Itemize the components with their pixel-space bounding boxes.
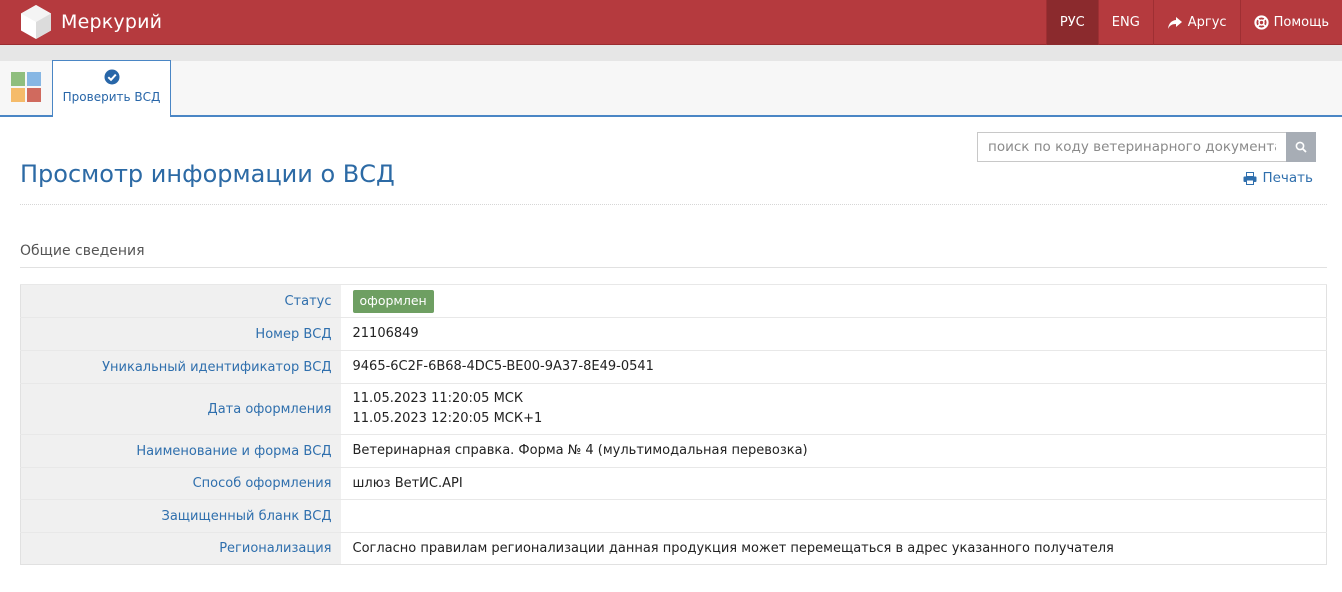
- divider: [20, 204, 1327, 205]
- field-label: Защищенный бланк ВСД: [20, 499, 341, 533]
- print-link[interactable]: Печать: [1243, 170, 1313, 186]
- lang-ru-label: РУС: [1059, 15, 1085, 30]
- search-box: [977, 132, 1316, 162]
- field-label: Дата оформления: [20, 383, 341, 435]
- apps-grid-icon[interactable]: [11, 72, 41, 102]
- argus-label: Аргус: [1187, 15, 1227, 30]
- navbar-spacer: [0, 45, 1342, 61]
- search-icon: [1295, 141, 1307, 153]
- check-circle-icon: [104, 69, 119, 85]
- field-label: Статус: [20, 284, 341, 318]
- field-value: [340, 499, 1327, 533]
- table-row: Защищенный бланк ВСД: [20, 499, 1327, 533]
- top-navbar: Меркурий РУС ENG Аргус Помощь: [0, 0, 1342, 45]
- table-row: Статус оформлен: [20, 284, 1327, 318]
- brand[interactable]: Меркурий: [20, 4, 162, 40]
- field-label: Регионализация: [20, 532, 341, 565]
- tab-check-vsd[interactable]: Проверить ВСД: [52, 60, 171, 117]
- mercury-logo-icon: [21, 5, 51, 39]
- date-msk-plus1: 11.05.2023 12:20:05 МСК+1: [352, 411, 543, 426]
- lang-ru-button[interactable]: РУС: [1045, 0, 1098, 45]
- table-row: Дата оформления 11.05.2023 11:20:05 МСК …: [20, 383, 1327, 435]
- printer-icon: [1243, 171, 1257, 185]
- field-value: 9465-6C2F-6B68-4DC5-BE00-9A37-8E49-0541: [340, 350, 1327, 384]
- table-row: Способ оформления шлюз ВетИС.API: [20, 467, 1327, 500]
- lang-en-button[interactable]: ENG: [1097, 0, 1153, 45]
- section-title: Общие сведения: [20, 243, 145, 259]
- field-label: Уникальный идентификатор ВСД: [20, 350, 341, 384]
- field-value: шлюз ВетИС.API: [340, 467, 1327, 500]
- vsd-code-search-input[interactable]: [977, 132, 1286, 162]
- print-label: Печать: [1262, 170, 1313, 186]
- table-row: Уникальный идентификатор ВСД 9465-6C2F-6…: [20, 350, 1327, 384]
- tab-bar: Проверить ВСД: [0, 60, 1342, 117]
- vsd-info-table: Статус оформлен Номер ВСД 21106849 Уника…: [20, 284, 1327, 565]
- field-value: 11.05.2023 11:20:05 МСК 11.05.2023 12:20…: [340, 383, 1327, 435]
- status-badge: оформлен: [352, 289, 434, 313]
- argus-link[interactable]: Аргус: [1152, 0, 1240, 45]
- help-link[interactable]: Помощь: [1239, 0, 1342, 45]
- app-name: Меркурий: [61, 11, 163, 33]
- tab-check-vsd-label: Проверить ВСД: [62, 90, 161, 104]
- date-msk: 11.05.2023 11:20:05 МСК: [352, 391, 524, 406]
- lifebuoy-icon: [1253, 15, 1269, 30]
- lang-en-label: ENG: [1111, 15, 1140, 30]
- field-value: 21106849: [340, 317, 1327, 351]
- field-label: Номер ВСД: [20, 317, 341, 351]
- divider: [20, 267, 1327, 268]
- page-title: Просмотр информации о ВСД: [20, 160, 395, 188]
- field-value: оформлен: [340, 284, 1327, 318]
- field-label: Способ оформления: [20, 467, 341, 500]
- top-nav-menu: РУС ENG Аргус Помощь: [1045, 0, 1342, 45]
- field-value: Согласно правилам регионализации данная …: [340, 532, 1327, 565]
- help-label: Помощь: [1273, 15, 1329, 30]
- search-button[interactable]: [1286, 132, 1316, 162]
- table-row: Регионализация Согласно правилам региона…: [20, 532, 1327, 565]
- share-arrow-icon: [1167, 16, 1182, 29]
- field-label: Наименование и форма ВСД: [20, 434, 341, 468]
- table-row: Наименование и форма ВСД Ветеринарная сп…: [20, 434, 1327, 468]
- table-row: Номер ВСД 21106849: [20, 317, 1327, 351]
- field-value: Ветеринарная справка. Форма № 4 (мультим…: [340, 434, 1327, 468]
